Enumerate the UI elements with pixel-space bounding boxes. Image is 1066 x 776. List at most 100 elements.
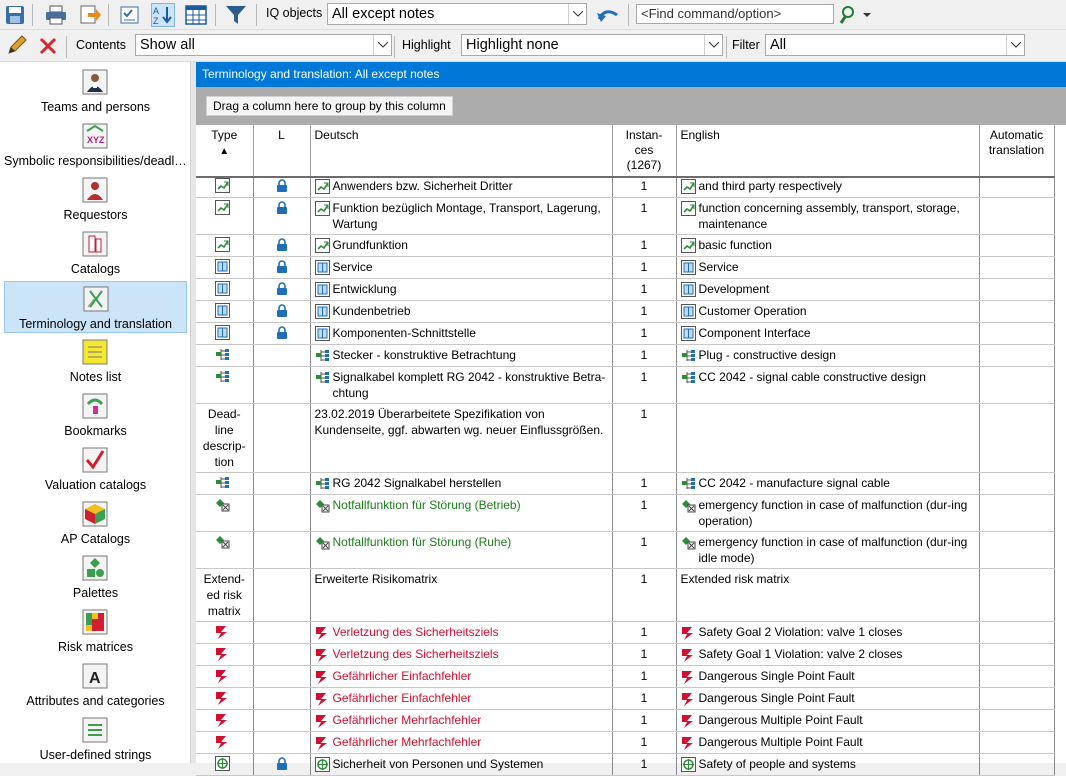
cell-deutsch[interactable]: Verletzung des Sicherheitsziels [310, 643, 613, 666]
contents-dropdown[interactable]: Show all [135, 34, 392, 56]
cell-deutsch[interactable]: Funktion bezüglich Montage, Transport, L… [310, 197, 613, 235]
filter-dropdown[interactable]: All [765, 34, 1025, 56]
table-row[interactable]: Dead-line descrip-tion 23.02.2019 Überarb… [196, 403, 1055, 473]
save-icon[interactable] [3, 3, 27, 27]
column-header-automatic-translation[interactable]: Automatic translation [979, 125, 1055, 178]
table-row[interactable]: Anwenders bzw. Sicherheit Dritter 1 and th… [196, 177, 1055, 198]
sort-az-icon[interactable]: AZ [151, 3, 175, 27]
cell-english[interactable]: CC 2042 - manufacture signal cable [676, 472, 980, 495]
table-row[interactable]: Service 1 Service [196, 256, 1055, 279]
cell-english[interactable]: Component Interface [676, 322, 980, 345]
cell-deutsch[interactable]: Notfallfunktion für Störung (Betrieb) [310, 494, 613, 532]
cell-deutsch[interactable]: RG 2042 Signalkabel herstellen [310, 472, 613, 495]
pencil-icon[interactable] [4, 34, 28, 58]
sidebar-item-attributes[interactable]: A Attributes and categories [4, 659, 187, 711]
table-row[interactable]: Komponenten-Schnittstelle 1 Component Inte… [196, 322, 1055, 345]
table-row[interactable]: Gefährlicher Einfachfehler 1 Dangerous Sin… [196, 687, 1055, 710]
cell-english[interactable]: Plug - constructive design [676, 344, 980, 367]
cell-english[interactable]: Customer Operation [676, 300, 980, 323]
filter-icon[interactable] [224, 3, 248, 27]
table-row[interactable]: Entwicklung 1 Development [196, 278, 1055, 301]
cell-deutsch[interactable]: Erweiterte Risikomatrix [310, 568, 613, 622]
sidebar-item-teams[interactable]: Teams and persons [4, 65, 187, 117]
cell-english[interactable]: basic function [676, 234, 980, 257]
cell-english[interactable]: Extended risk matrix [676, 568, 980, 622]
delete-icon[interactable] [36, 34, 60, 58]
find-command-input[interactable]: <Find command/option> [636, 4, 834, 24]
export-icon[interactable] [78, 3, 102, 27]
sidebar-item-palette[interactable]: Palettes [4, 551, 187, 603]
cell-deutsch[interactable]: Komponenten-Schnittstelle [310, 322, 613, 345]
table-row[interactable]: Notfallfunktion für Störung (Betrieb) 1 em… [196, 494, 1055, 532]
cell-deutsch[interactable]: Grundfunktion [310, 234, 613, 257]
sidebar-item-risk-matrix[interactable]: Risk matrices [4, 605, 187, 657]
cell-english[interactable]: Safety Goal 1 Violation: valve 2 closes [676, 643, 980, 666]
cell-deutsch[interactable]: Gefährlicher Einfachfehler [310, 687, 613, 710]
undo-icon[interactable] [596, 3, 620, 27]
sidebar-item-catalog[interactable]: Catalogs [4, 227, 187, 279]
cell-english[interactable]: function concerning assembly, transport,… [676, 197, 980, 235]
table-row[interactable]: Notfallfunktion für Störung (Ruhe) 1 emerg… [196, 531, 1055, 569]
sidebar-item-requestor[interactable]: Requestors [4, 173, 187, 225]
table-row[interactable]: RG 2042 Signalkabel herstellen 1 CC 2042 -… [196, 472, 1055, 495]
column-header-instances[interactable]: Instan-ces (1267) [612, 125, 677, 178]
cell-deutsch[interactable]: Service [310, 256, 613, 279]
cell-deutsch[interactable]: Notfallfunktion für Störung (Ruhe) [310, 531, 613, 569]
sidebar-item-symbolic[interactable]: XYZ Symbolic responsibilities/deadlines [4, 119, 187, 171]
table-row[interactable]: Extend-ed risk matrix Erweiterte Risikoma… [196, 568, 1055, 622]
group-by-area[interactable]: Drag a column here to group by this colu… [196, 87, 1066, 125]
cell-deutsch[interactable]: Verletzung des Sicherheitsziels [310, 621, 613, 644]
cell-english[interactable]: Development [676, 278, 980, 301]
cell-deutsch[interactable]: Sicherheit von Personen und Systemen [310, 753, 613, 776]
iq-objects-dropdown[interactable]: All except notes [327, 3, 587, 25]
cell-english[interactable] [676, 403, 980, 473]
cell-english[interactable]: Safety Goal 2 Violation: valve 1 closes [676, 621, 980, 644]
cell-english[interactable]: Dangerous Single Point Fault [676, 687, 980, 710]
table-row[interactable]: Kundenbetrieb 1 Customer Operation [196, 300, 1055, 323]
cell-english[interactable]: Dangerous Multiple Point Fault [676, 731, 980, 754]
cell-deutsch[interactable]: Entwicklung [310, 278, 613, 301]
table-row[interactable]: Verletzung des Sicherheitsziels 1 Safety G… [196, 643, 1055, 666]
column-header-deutsch[interactable]: Deutsch [310, 125, 613, 178]
print-icon[interactable] [44, 3, 68, 27]
cell-english[interactable]: and third party respectively [676, 177, 980, 198]
sidebar-item-notes[interactable]: Notes list [4, 335, 187, 387]
cell-english[interactable]: emergency function in case of malfunctio… [676, 531, 980, 569]
cell-deutsch[interactable]: Gefährlicher Einfachfehler [310, 665, 613, 688]
table-row[interactable]: Gefährlicher Mehrfachfehler 1 Dangerous Mu… [196, 709, 1055, 732]
checklist-icon[interactable] [118, 3, 142, 27]
highlight-dropdown[interactable]: Highlight none [461, 34, 723, 56]
column-header-english[interactable]: English [676, 125, 980, 178]
table-row[interactable]: Gefährlicher Mehrfachfehler 1 Dangerous Mu… [196, 731, 1055, 754]
cell-deutsch[interactable]: Stecker - konstruktive Betrachtung [310, 344, 613, 367]
cell-deutsch[interactable]: Gefährlicher Mehrfachfehler [310, 709, 613, 732]
cell-english[interactable]: Service [676, 256, 980, 279]
column-header-lock[interactable]: L [253, 125, 311, 178]
table-view-icon[interactable] [184, 3, 208, 27]
cell-deutsch[interactable]: Kundenbetrieb [310, 300, 613, 323]
sidebar-item-valuation[interactable]: Valuation catalogs [4, 443, 187, 495]
sidebar-item-label: Symbolic responsibilities/deadlines [4, 154, 187, 168]
table-row[interactable]: Funktion bezüglich Montage, Transport, L… [196, 197, 1055, 235]
cell-deutsch[interactable]: Gefährlicher Mehrfachfehler [310, 731, 613, 754]
table-row[interactable]: Verletzung des Sicherheitsziels 1 Safety G… [196, 621, 1055, 644]
cell-english[interactable]: Dangerous Multiple Point Fault [676, 709, 980, 732]
cell-deutsch[interactable]: 23.02.2019 Überarbeitete Spezifikation v… [310, 403, 613, 473]
cell-english[interactable]: Dangerous Single Point Fault [676, 665, 980, 688]
table-row[interactable]: Stecker - konstruktive Betrachtung 1 Plug … [196, 344, 1055, 367]
table-row[interactable]: Sicherheit von Personen und Systemen 1 Saf… [196, 753, 1055, 776]
column-header-type[interactable]: Type ▲ [196, 125, 254, 178]
cell-deutsch[interactable]: Signalkabel komplett RG 2042 - konstrukt… [310, 366, 613, 404]
sidebar-item-terminology[interactable]: Terminology and translation [4, 281, 187, 333]
cell-english[interactable]: Safety of people and systems [676, 753, 980, 776]
cell-english[interactable]: CC 2042 - signal cable constructive desi… [676, 366, 980, 404]
table-row[interactable]: Signalkabel komplett RG 2042 - konstrukt… [196, 366, 1055, 404]
sidebar-item-ap-catalog[interactable]: AP Catalogs [4, 497, 187, 549]
table-row[interactable]: Gefährlicher Einfachfehler 1 Dangerous Sin… [196, 665, 1055, 688]
search-icon[interactable] [838, 3, 872, 27]
cell-english[interactable]: emergency function in case of malfunctio… [676, 494, 980, 532]
sidebar-item-strings[interactable]: User-defined strings [4, 713, 187, 763]
cell-deutsch[interactable]: Anwenders bzw. Sicherheit Dritter [310, 177, 613, 198]
table-row[interactable]: Grundfunktion 1 basic function [196, 234, 1055, 257]
sidebar-item-bookmark[interactable]: Bookmarks [4, 389, 187, 441]
